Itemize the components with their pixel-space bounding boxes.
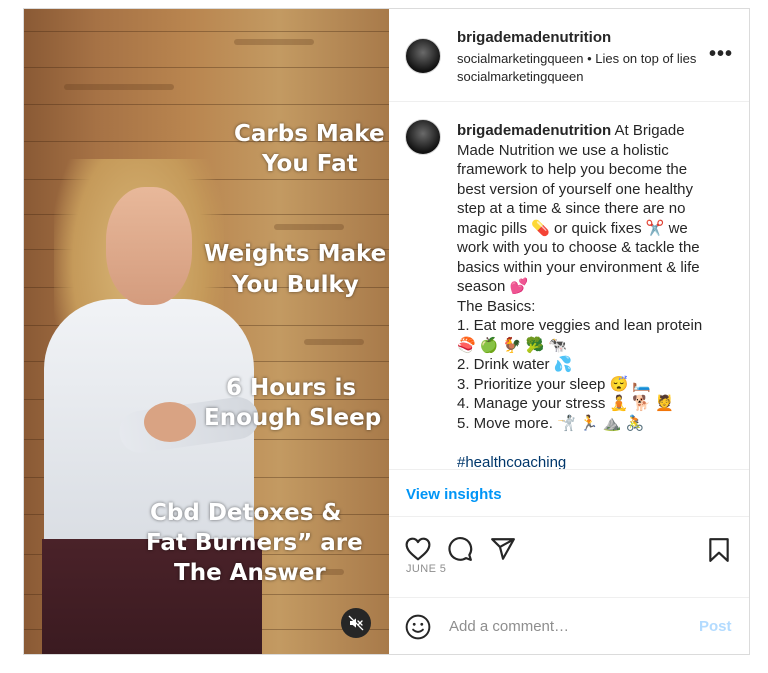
caption-avatar[interactable] bbox=[405, 119, 441, 155]
caption-text: 1. Eat more veggies and lean protein bbox=[457, 317, 703, 334]
smiley-icon[interactable] bbox=[405, 614, 431, 640]
caption-text: basics within your environment & life bbox=[457, 258, 700, 276]
post-comment-button[interactable]: Post bbox=[699, 618, 732, 635]
post-video[interactable]: Carbs Make You Fat Weights Make You Bulk… bbox=[24, 9, 389, 654]
wood-plank-line bbox=[24, 31, 389, 32]
post-caption: brigademadenutrition At Brigade Made Nut… bbox=[457, 121, 729, 472]
person-face bbox=[106, 187, 192, 305]
header-subtitle[interactable]: socialmarketingqueen • Lies on top of li… bbox=[457, 50, 697, 86]
wood-grain bbox=[234, 39, 314, 45]
caption-text: 2. Drink water 💦 bbox=[457, 356, 573, 373]
caption-text: work with you to choose & tackle the bbox=[457, 239, 700, 256]
post-card: Carbs Make You Fat Weights Make You Bulk… bbox=[23, 8, 750, 655]
overlay-text-line: Cbd Detoxes & bbox=[150, 500, 342, 526]
caption-text: At Brigade bbox=[614, 122, 685, 139]
caption-text: 4. Manage your stress 🧘 🐕 💆 bbox=[457, 395, 674, 412]
view-insights-link[interactable]: View insights bbox=[406, 486, 502, 503]
mute-button[interactable] bbox=[341, 608, 371, 638]
more-options-icon[interactable]: ••• bbox=[709, 43, 733, 66]
avatar[interactable] bbox=[405, 38, 441, 74]
overlay-text-line: Carbs Make bbox=[234, 121, 385, 147]
overlay-text-line: You Bulky bbox=[232, 272, 359, 298]
wood-grain bbox=[304, 339, 364, 345]
insights-bar: View insights bbox=[389, 469, 749, 517]
post-date[interactable]: JUNE 5 bbox=[406, 563, 446, 575]
comment-bar: Add a comment… Post bbox=[389, 597, 749, 654]
heart-icon[interactable] bbox=[405, 537, 431, 561]
person-hand bbox=[144, 402, 196, 442]
overlay-text-line: The Answer bbox=[174, 560, 326, 586]
send-icon[interactable] bbox=[490, 536, 516, 562]
wood-plank-line bbox=[24, 67, 389, 68]
bookmark-icon[interactable] bbox=[707, 537, 731, 563]
caption-text: Made Nutrition we use a holistic bbox=[457, 141, 669, 159]
comment-input[interactable]: Add a comment… bbox=[449, 618, 569, 635]
caption-text: framework to help you become the bbox=[457, 161, 688, 178]
post-details-panel: brigademadenutrition socialmarketingquee… bbox=[389, 9, 749, 654]
wood-grain bbox=[274, 224, 344, 230]
caption-text: magic pills 💊 or quick fixes ✂️ we bbox=[457, 219, 688, 237]
caption-text: best version of yourself one healthy bbox=[457, 180, 693, 198]
post-header: brigademadenutrition socialmarketingquee… bbox=[389, 9, 749, 102]
wood-grain bbox=[64, 84, 174, 90]
overlay-text-line: Fat Burners” are bbox=[146, 530, 363, 556]
caption-text: step at a time & since there are no bbox=[457, 200, 686, 217]
overlay-text-line: 6 Hours is bbox=[226, 375, 357, 401]
overlay-text-line: Weights Make bbox=[204, 241, 387, 267]
header-username[interactable]: brigademadenutrition bbox=[457, 29, 611, 46]
speaker-muted-icon bbox=[348, 615, 364, 631]
caption-text: The Basics: bbox=[457, 297, 536, 315]
caption-text: 🍣 🍏 🐓 🥦 🐄 bbox=[457, 336, 568, 354]
caption-text: 3. Prioritize your sleep 😴 🛏️ bbox=[457, 375, 652, 393]
caption-text: 5. Move more. 🤺 🏃 ⛰️ 🚴 bbox=[457, 414, 645, 432]
caption-text: season 💕 bbox=[457, 278, 529, 295]
wood-plank-line bbox=[24, 104, 389, 105]
overlay-text-line: Enough Sleep bbox=[204, 405, 382, 431]
action-bar bbox=[389, 515, 749, 599]
overlay-text-line: You Fat bbox=[262, 151, 358, 177]
caption-username[interactable]: brigademadenutrition bbox=[457, 122, 611, 139]
comment-icon[interactable] bbox=[447, 536, 473, 562]
